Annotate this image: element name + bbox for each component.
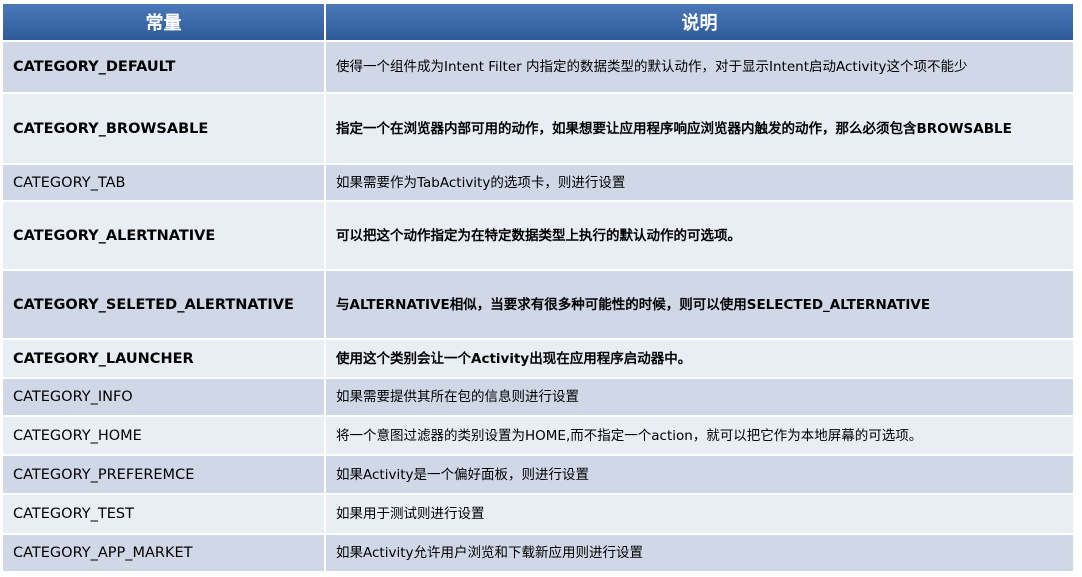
table-row: CATEGORY_TAB 如果需要作为TabActivity的选项卡，则进行设置 xyxy=(3,164,1073,202)
constant-description: 可以把这个动作指定为在特定数据类型上执行的默认动作的可选项。 xyxy=(325,201,1073,271)
table-row: CATEGORY_APP_MARKET 如果Activity允许用户浏览和下载新… xyxy=(3,534,1073,573)
table-row: CATEGORY_BROWSABLE 指定一个在浏览器内部可用的动作，如果想要让… xyxy=(3,93,1073,165)
constant-name: CATEGORY_APP_MARKET xyxy=(3,534,326,573)
table-row: CATEGORY_ALERTNATIVE 可以把这个动作指定为在特定数据类型上执… xyxy=(3,201,1073,271)
constant-name: CATEGORY_TAB xyxy=(3,164,326,202)
constant-description: 使用这个类别会让一个Activity出现在应用程序启动器中。 xyxy=(325,339,1073,379)
constant-name: CATEGORY_ALERTNATIVE xyxy=(3,201,326,271)
table-row: CATEGORY_DEFAULT 使得一个组件成为Intent Filter 内… xyxy=(3,41,1073,94)
table-row: CATEGORY_TEST 如果用于测试则进行设置 xyxy=(3,494,1073,535)
constant-description: 与ALTERNATIVE相似，当要求有很多种可能性的时候，则可以使用SELECT… xyxy=(325,270,1073,340)
constant-description: 如果Activity允许用户浏览和下载新应用则进行设置 xyxy=(325,534,1073,573)
constant-name: CATEGORY_INFO xyxy=(3,378,326,417)
constant-description: 如果Activity是一个偏好面板，则进行设置 xyxy=(325,455,1073,495)
table-header-row: 常量 说明 xyxy=(3,4,1073,42)
column-header-constant: 常量 xyxy=(3,4,326,42)
column-header-description: 说明 xyxy=(325,4,1073,42)
constant-name: CATEGORY_TEST xyxy=(3,494,326,535)
constant-name: CATEGORY_DEFAULT xyxy=(3,41,326,94)
constant-description: 指定一个在浏览器内部可用的动作，如果想要让应用程序响应浏览器内触发的动作，那么必… xyxy=(325,93,1073,165)
constant-description: 如果需要作为TabActivity的选项卡，则进行设置 xyxy=(325,164,1073,202)
constant-description: 如果用于测试则进行设置 xyxy=(325,494,1073,535)
constant-name: CATEGORY_SELETED_ALERTNATIVE xyxy=(3,270,326,340)
table-row: CATEGORY_HOME 将一个意图过滤器的类别设置为HOME,而不指定一个a… xyxy=(3,416,1073,456)
constant-name: CATEGORY_HOME xyxy=(3,416,326,456)
table-row: CATEGORY_PREFEREMCE 如果Activity是一个偏好面板，则进… xyxy=(3,455,1073,495)
constant-name: CATEGORY_LAUNCHER xyxy=(3,339,326,379)
constant-description: 如果需要提供其所在包的信息则进行设置 xyxy=(325,378,1073,417)
table-row: CATEGORY_LAUNCHER 使用这个类别会让一个Activity出现在应… xyxy=(3,339,1073,379)
constants-table: 常量 说明 CATEGORY_DEFAULT 使得一个组件成为Intent Fi… xyxy=(3,4,1073,573)
constant-description: 使得一个组件成为Intent Filter 内指定的数据类型的默认动作，对于显示… xyxy=(325,41,1073,94)
table-row: CATEGORY_SELETED_ALERTNATIVE 与ALTERNATIV… xyxy=(3,270,1073,340)
table-row: CATEGORY_INFO 如果需要提供其所在包的信息则进行设置 xyxy=(3,378,1073,417)
constant-name: CATEGORY_PREFEREMCE xyxy=(3,455,326,495)
constant-name: CATEGORY_BROWSABLE xyxy=(3,93,326,165)
constant-description: 将一个意图过滤器的类别设置为HOME,而不指定一个action，就可以把它作为本… xyxy=(325,416,1073,456)
